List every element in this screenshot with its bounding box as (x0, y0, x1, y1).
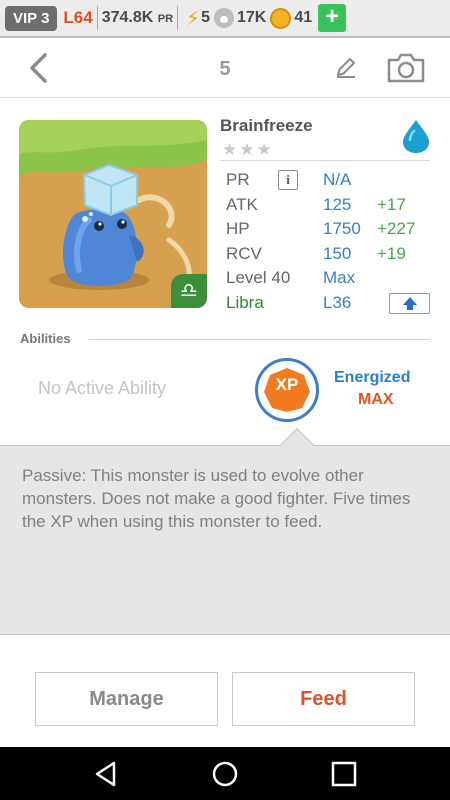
coin-icon (270, 7, 292, 29)
vip-badge[interactable]: VIP 3 (5, 5, 58, 31)
abilities-heading: Abilities (20, 331, 71, 346)
passive-ability-level: MAX (358, 391, 394, 408)
libra-icon: ♎ (171, 274, 207, 308)
stat-row-level: Level 40 Max (226, 266, 436, 291)
monster-detail-screen: VIP 3 L64 374.8K PR ⚡ 5 17K 41 + 5 ♎ Bra… (0, 0, 450, 800)
active-ability: No Active Ability (38, 378, 167, 398)
recents-square-icon[interactable] (330, 760, 358, 788)
page-number: 5 (219, 58, 231, 80)
back-triangle-icon[interactable] (92, 760, 120, 788)
power-rating: 374.8K PR (102, 9, 173, 27)
stat-label: RCV (226, 243, 262, 263)
home-circle-icon[interactable] (211, 760, 239, 788)
stat-row-rcv: RCV 150 +19 (226, 242, 436, 267)
power-rating-unit: PR (157, 13, 174, 25)
power-rating-value: 374.8K (101, 9, 154, 26)
energy-count: 5 (201, 9, 210, 26)
monster-name: Brainfreeze (220, 116, 313, 135)
stat-value: 1750 (323, 219, 361, 239)
xp-label: XP (275, 375, 299, 394)
stat-label: ATK (226, 194, 258, 214)
water-drop-icon (403, 120, 429, 153)
stat-bonus: +19 (377, 243, 406, 263)
stat-label: Level 40 (226, 268, 291, 288)
stat-label: Libra (226, 292, 264, 312)
stat-bonus: +17 (377, 194, 406, 214)
divider (96, 6, 98, 30)
header-bar: 5 (0, 40, 450, 98)
camera-icon[interactable] (386, 52, 426, 84)
paw-count: 17K (237, 9, 267, 26)
system-nav-bar (0, 747, 450, 800)
stat-label: PR (226, 170, 250, 189)
divider (177, 6, 179, 30)
stat-value: 150 (323, 243, 352, 263)
stat-value: 125 (323, 194, 352, 214)
currency-bar: VIP 3 L64 374.8K PR ⚡ 5 17K 41 + (0, 0, 450, 38)
add-coins-button[interactable]: + (318, 4, 347, 32)
stat-row-pr: PR i N/A (226, 168, 436, 193)
coin-count: 41 (294, 9, 313, 26)
star-rating: ★★★ (222, 140, 274, 159)
stats-table: PR i N/A ATK 125 +17 HP 1750 +227 RCV 15… (226, 168, 436, 316)
pencil-icon[interactable] (334, 55, 358, 79)
stat-row-atk: ATK 125 +17 (226, 193, 436, 218)
xp-ability-badge[interactable]: XP (255, 358, 319, 422)
info-icon[interactable]: i (278, 170, 298, 190)
divider (220, 160, 430, 161)
stat-label: HP (226, 219, 250, 239)
energy-icon: ⚡ (186, 7, 201, 30)
passive-description: Passive: This monster is used to evolve … (22, 466, 411, 531)
stat-value: L36 (323, 292, 352, 312)
stat-row-sign: Libra L36 (226, 291, 436, 316)
stat-value: Max (323, 268, 356, 288)
upgrade-sign-button[interactable] (389, 292, 430, 314)
stat-value: N/A (323, 170, 352, 189)
passive-ability-name: Energized (334, 369, 411, 386)
stat-row-hp: HP 1750 +227 (226, 217, 436, 242)
paw-icon (214, 8, 234, 28)
monster-portrait[interactable]: ♎ (19, 120, 207, 308)
feed-button[interactable]: Feed (232, 672, 415, 726)
stat-bonus: +227 (377, 219, 416, 239)
player-level: L64 (63, 8, 93, 27)
divider (89, 339, 430, 340)
manage-button[interactable]: Manage (35, 672, 218, 726)
